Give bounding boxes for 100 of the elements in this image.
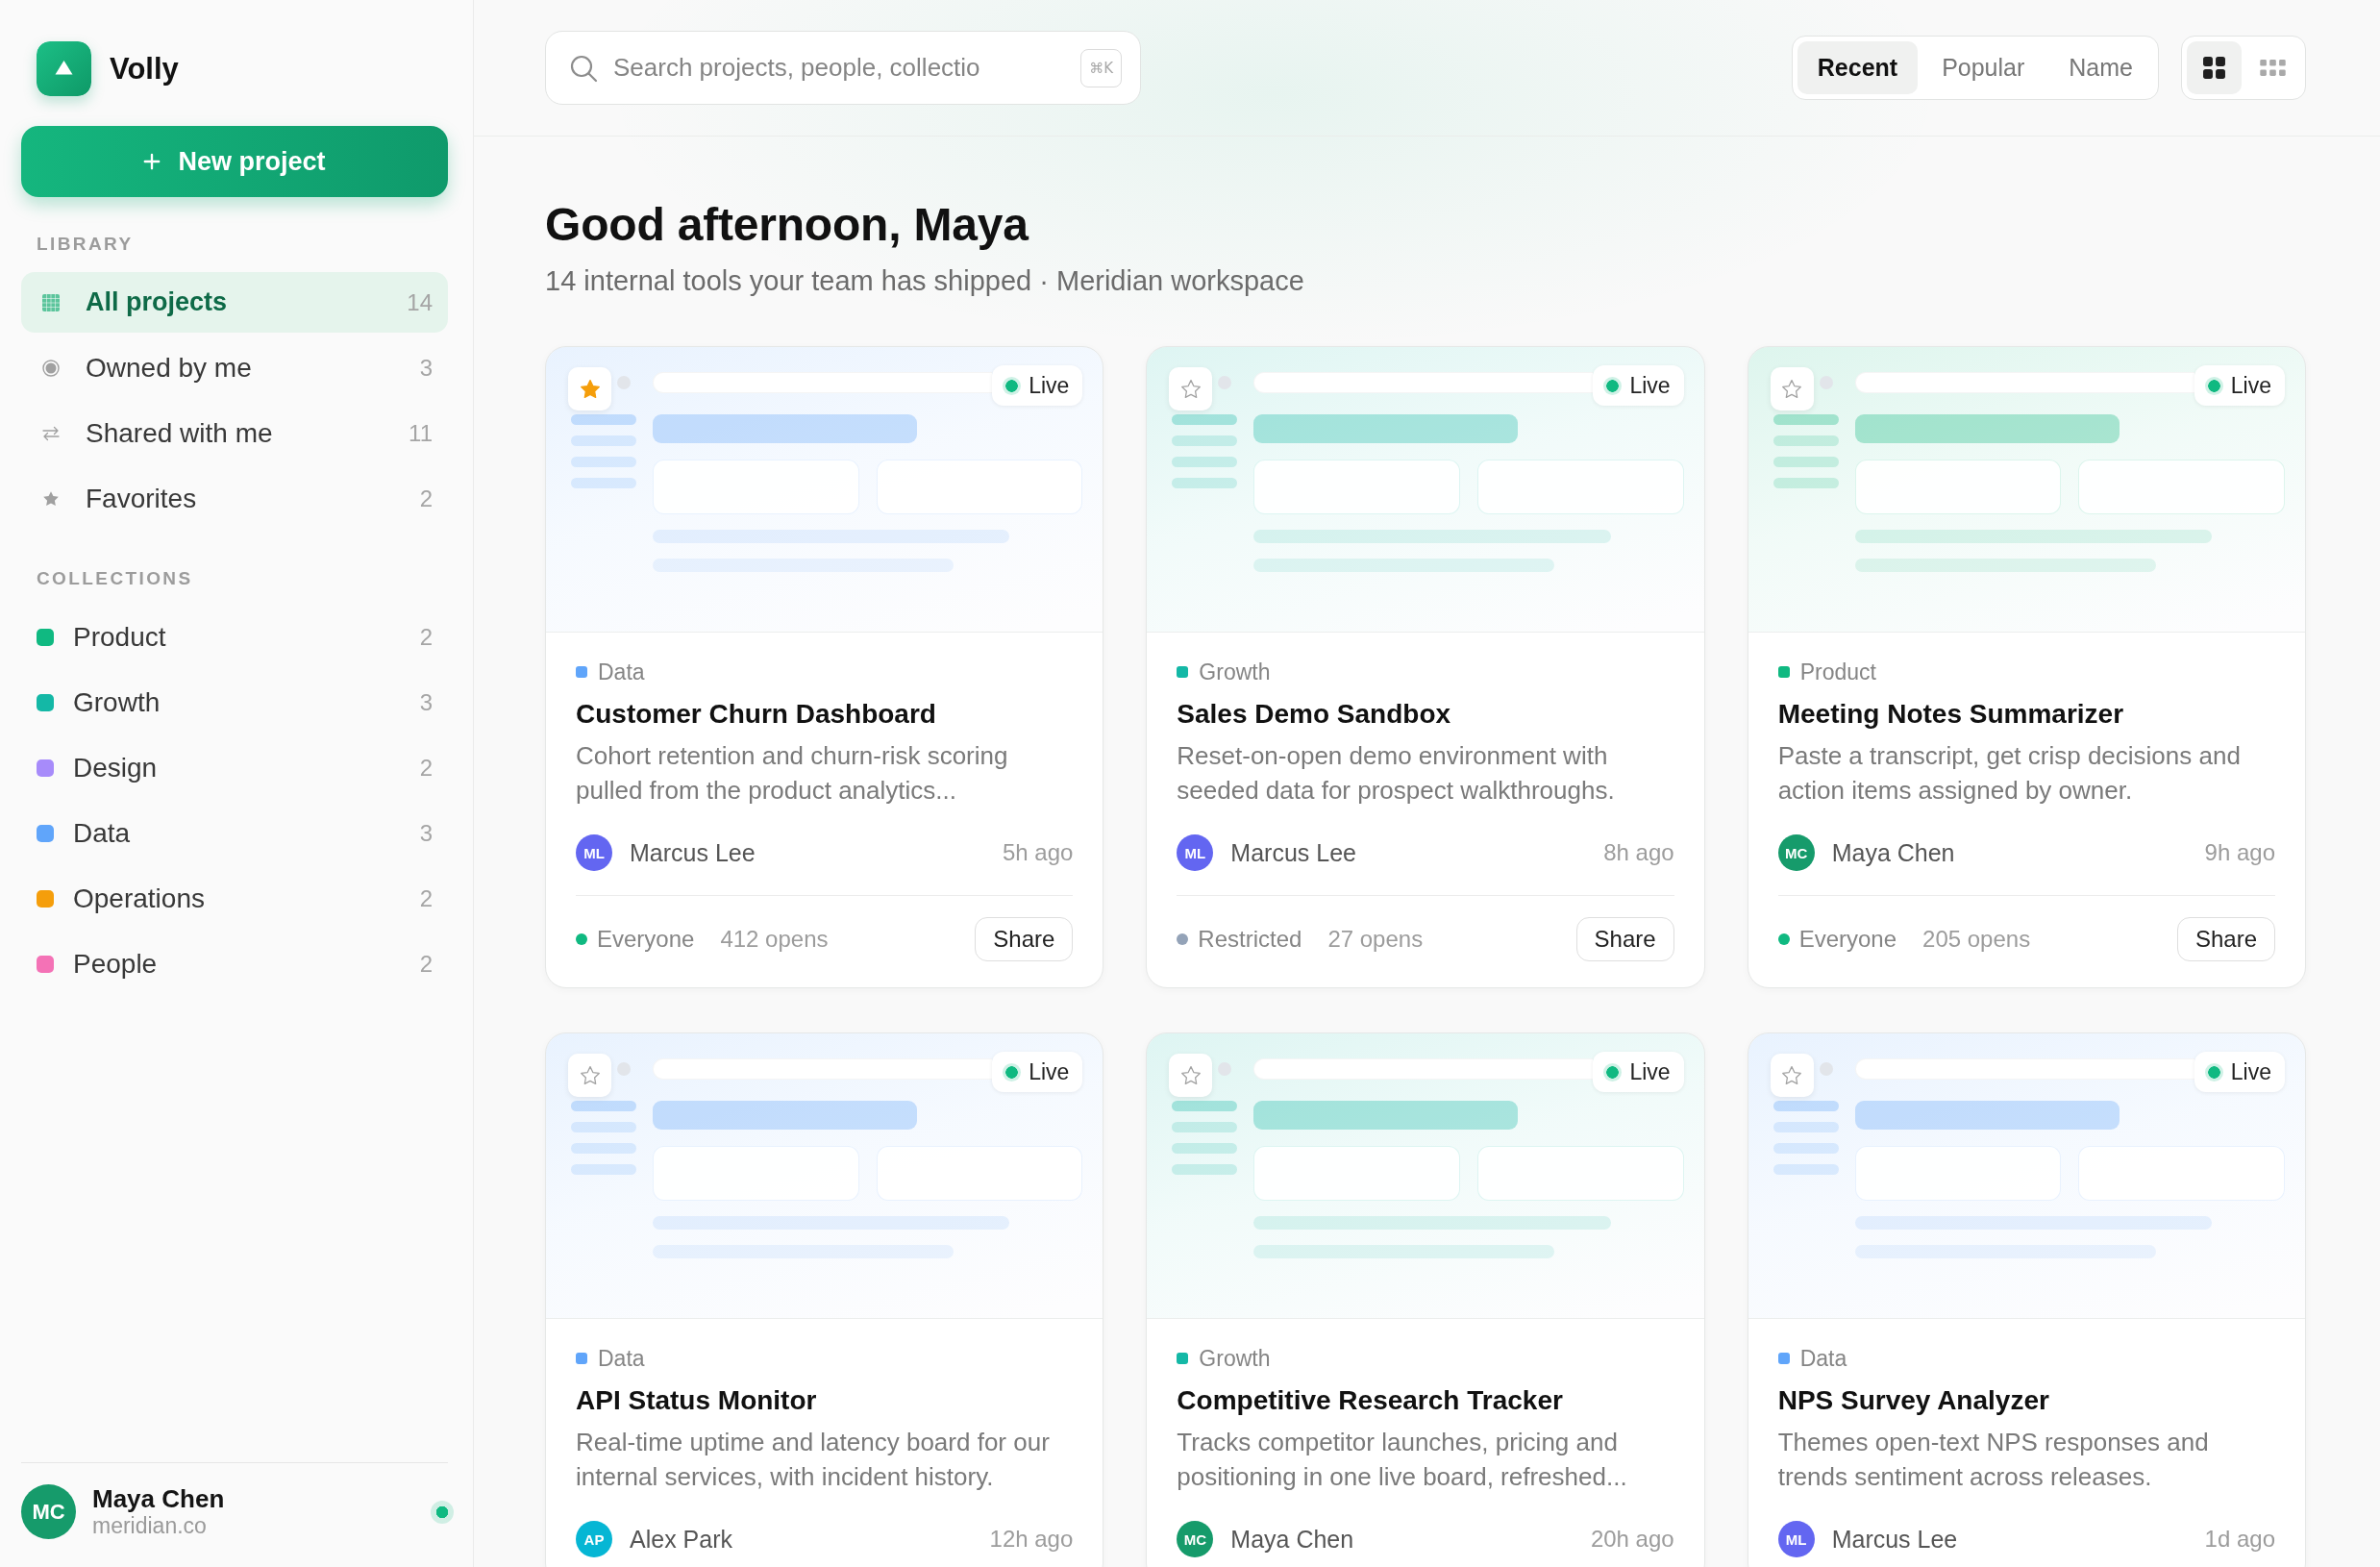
large-grid-button[interactable] — [2187, 41, 2242, 94]
nav-item[interactable]: Data 3 — [21, 803, 448, 863]
sort-tab[interactable]: Popular — [1921, 41, 2045, 94]
favorite-button[interactable] — [1770, 367, 1814, 410]
nav-item[interactable]: Owned by me 3 — [21, 337, 448, 398]
project-description: Cohort retention and churn-risk scoring pulled from the product analytics... — [576, 740, 1009, 807]
category-label: Data — [1799, 1345, 1847, 1372]
nav-item[interactable]: All projects 14 — [21, 272, 448, 333]
share-button[interactable]: Share — [1575, 917, 1674, 961]
project-description: Reset-on-open demo environment with seeded data for prospect walkthroughs. — [1177, 740, 1616, 807]
project-card[interactable]: Live Product Meeting Notes Summarizer Paste a transcript, get crisp decisions and action items assigned by owner. MC Maya Chen 9h ago Everyone 205 opens Share — [1747, 346, 2306, 988]
section-heading: COLLECTIONS — [36, 567, 194, 590]
category-label: Data — [598, 659, 645, 685]
status-label: Live — [1029, 1058, 1070, 1085]
user-name: Maya Chen — [92, 1484, 225, 1513]
project-card[interactable]: Live Growth Competitive Research Tracker Tracks competitor launches, pricing and positioning in one live board, refreshed... MC Maya Chen 20h ago — [1146, 1032, 1705, 1567]
section-heading: LIBRARY — [36, 233, 135, 256]
project-description: Paste a transcript, get crisp decisions and action items assigned by owner. — [1777, 740, 2242, 807]
shortcut-hint: ⌘K — [1080, 48, 1122, 87]
status-dot-icon — [1003, 1062, 1022, 1082]
nav-item[interactable]: Favorites 2 — [21, 468, 448, 529]
nav-item[interactable]: Operations 2 — [21, 868, 448, 929]
sort-tab[interactable]: Name — [2048, 41, 2153, 94]
access-label: Restricted — [1198, 926, 1302, 953]
author-name: Maya Chen — [1230, 1525, 1354, 1554]
nav-item[interactable]: Design 2 — [21, 737, 448, 798]
item-count: 3 — [419, 354, 433, 382]
project-title: Customer Churn Dashboard — [576, 698, 937, 731]
favorite-button[interactable] — [1770, 1054, 1814, 1097]
project-card[interactable]: Live Data API Status Monitor Real-time uptime and latency board for our internal services, with incident history. AP Alex Park 12h ago — [545, 1032, 1104, 1567]
item-count: 3 — [419, 688, 433, 716]
author-name: Maya Chen — [1831, 838, 1955, 867]
greeting-title: Good afternoon, Maya — [545, 198, 1030, 252]
search-input[interactable]: Search projects, people, collectio — [613, 48, 1066, 87]
status-dot-icon — [2204, 1062, 2223, 1082]
status-label: Live — [2230, 372, 2271, 399]
swap-arrows-icon — [42, 424, 60, 442]
six-squares-icon — [2260, 60, 2286, 76]
open-count: 412 opens — [720, 926, 829, 953]
updated-time: 20h ago — [1590, 1526, 1674, 1553]
project-description: Themes open-text NPS responses and trends sentiment across releases. — [1777, 1427, 2210, 1493]
author-avatar: ML — [1177, 834, 1214, 871]
category-label: Growth — [1199, 659, 1271, 685]
access-label: Everyone — [597, 926, 695, 953]
project-title: Meeting Notes Summarizer — [1777, 698, 2125, 731]
nav-item[interactable]: Product 2 — [21, 607, 448, 667]
category-label: Growth — [1199, 1345, 1271, 1372]
item-count: 2 — [419, 485, 433, 512]
author-avatar: ML — [576, 834, 612, 871]
updated-time: 8h ago — [1603, 839, 1674, 866]
status-label: Live — [1629, 372, 1671, 399]
updated-time: 5h ago — [1002, 839, 1074, 866]
share-button[interactable]: Share — [975, 917, 1074, 961]
project-description: Tracks competitor launches, pricing and positioning in one live board, refreshed... — [1177, 1427, 1628, 1493]
project-title: API Status Monitor — [576, 1384, 818, 1417]
item-count: 2 — [419, 950, 433, 978]
four-squares-icon — [2202, 56, 2226, 80]
item-count: 14 — [407, 288, 433, 316]
updated-time: 1d ago — [2204, 1526, 2275, 1553]
item-count: 2 — [419, 623, 433, 651]
brand-name: Volly — [110, 51, 179, 87]
category-label: Data — [598, 1345, 645, 1372]
share-button[interactable]: Share — [2176, 917, 2275, 961]
project-title: Competitive Research Tracker — [1177, 1384, 1564, 1417]
author-avatar: ML — [1777, 1521, 1815, 1557]
logo-icon — [37, 41, 91, 96]
plus-icon — [143, 153, 161, 170]
favorite-button[interactable] — [1169, 1054, 1213, 1097]
status-dot-icon — [1603, 376, 1623, 395]
project-card[interactable]: Live Data Customer Churn Dashboard Cohort retention and churn-risk scoring pulled from the product analytics... ML Marcus Lee 5h ago Everyone 412 opens Share — [545, 346, 1104, 988]
favorite-button[interactable] — [1169, 367, 1213, 410]
project-card[interactable]: Live Growth Sales Demo Sandbox Reset-on-open demo environment with seeded data for prospect walkthroughs. ML Marcus Lee 8h ago Restricted 27 opens Share — [1146, 346, 1705, 988]
favorite-button[interactable] — [568, 1054, 611, 1097]
status-dot-icon — [1003, 376, 1022, 395]
updated-time: 9h ago — [2204, 839, 2275, 866]
item-count: 11 — [409, 419, 433, 447]
item-count: 2 — [419, 884, 433, 912]
project-title: NPS Survey Analyzer — [1777, 1384, 2050, 1417]
sort-tab[interactable]: Recent — [1797, 41, 1919, 94]
nav-item[interactable]: Growth 3 — [21, 672, 448, 733]
favorite-button[interactable] — [568, 367, 611, 410]
author-avatar: MC — [1777, 834, 1815, 871]
project-card[interactable]: Live Data NPS Survey Analyzer Themes open-text NPS responses and trends sentiment across releases. ML Marcus Lee 1d ago — [1747, 1032, 2306, 1567]
status-label: Live — [2230, 1058, 2271, 1085]
author-avatar: MC — [1177, 1521, 1214, 1557]
nav-item[interactable]: People 2 — [21, 933, 448, 994]
project-title: Sales Demo Sandbox — [1177, 698, 1452, 731]
author-name: Marcus Lee — [1230, 838, 1356, 867]
status-label: Live — [1029, 372, 1070, 399]
user-avatar: MC — [21, 1484, 76, 1539]
nav-item[interactable]: Shared with me 11 — [21, 403, 448, 463]
greeting-subtitle: 14 internal tools your team has shipped · Meridian workspace — [545, 264, 1305, 298]
circle-dot-icon — [42, 359, 60, 377]
author-name: Alex Park — [630, 1525, 732, 1554]
project-description: Real-time uptime and latency board for our internal services, with incident history. — [576, 1427, 1051, 1493]
status-dot-icon — [2204, 376, 2223, 395]
open-count: 27 opens — [1327, 926, 1424, 953]
open-count: 205 opens — [1922, 926, 2031, 953]
status-label: Live — [1629, 1058, 1671, 1085]
item-count: 2 — [419, 754, 433, 782]
